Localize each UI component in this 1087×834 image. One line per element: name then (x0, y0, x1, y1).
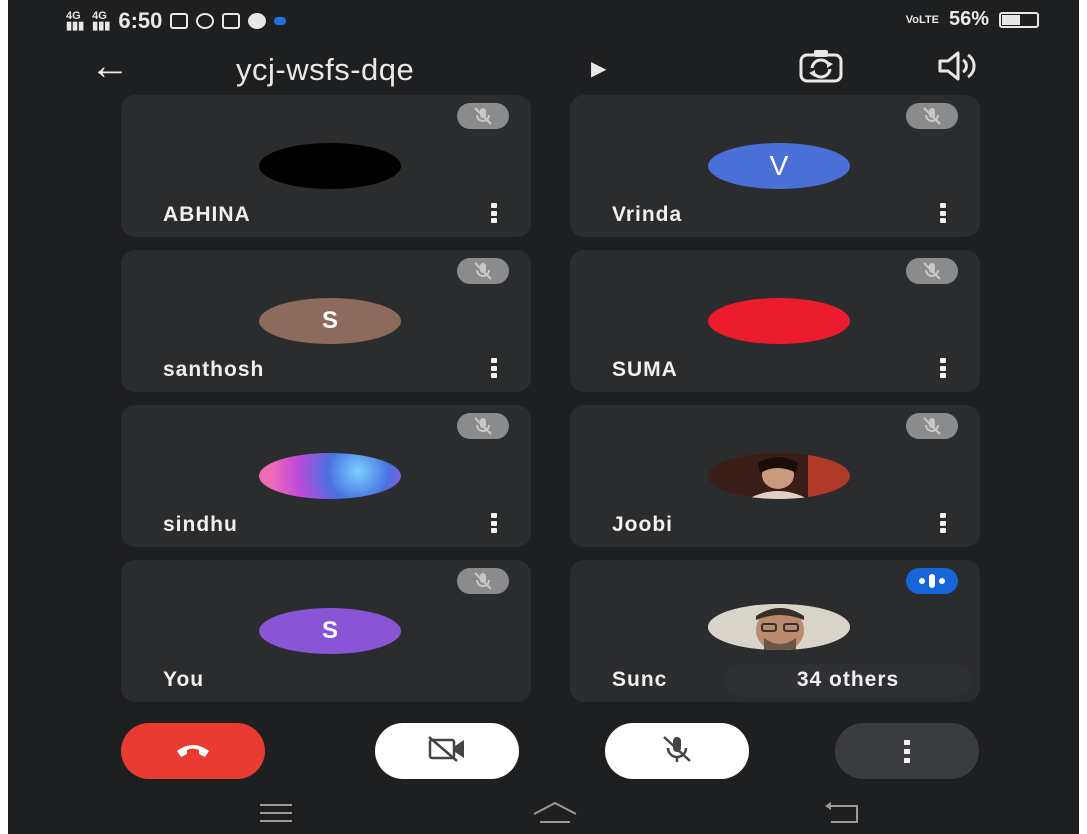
location-icon (248, 13, 267, 29)
more-vertical-icon[interactable] (489, 358, 499, 378)
mic-off-icon (457, 413, 509, 439)
avatar-photo (708, 604, 850, 650)
home-icon[interactable] (530, 800, 580, 831)
participant-tile[interactable]: sindhu (121, 405, 531, 547)
volte-signal-icon: VoLTE (905, 13, 939, 26)
caret-right-icon[interactable]: ▶ (591, 56, 606, 81)
participant-name: santhosh (163, 358, 265, 381)
participant-tile-self[interactable]: S You (121, 560, 531, 702)
participant-tile[interactable]: SUMA (570, 250, 980, 392)
participant-name: SUMA (612, 358, 678, 381)
mic-off-icon (906, 258, 958, 284)
participant-tile[interactable]: Joobi (570, 405, 980, 547)
battery-percent: 56% (948, 8, 989, 30)
camera-off-icon (427, 735, 467, 768)
participant-name: Sunc (612, 668, 668, 691)
more-options-button[interactable] (835, 723, 979, 779)
avatar (259, 143, 401, 189)
more-vertical-icon[interactable] (938, 513, 948, 533)
participant-name: Vrinda (612, 203, 683, 226)
avatar: S (259, 298, 401, 344)
camera-flip-icon[interactable] (798, 48, 844, 89)
participant-name: sindhu (163, 513, 238, 536)
menu-icon[interactable] (258, 802, 294, 829)
more-vertical-icon[interactable] (938, 203, 948, 223)
mic-off-icon (457, 103, 509, 129)
more-vertical-icon[interactable] (489, 203, 499, 223)
message-icon (170, 13, 189, 29)
status-bar: 4G ▮▮▮ 4G ▮▮▮ 6:50 VoLTE 56% (8, 0, 1079, 40)
participant-tile[interactable]: ABHINA (121, 95, 531, 237)
mail-icon (222, 13, 241, 29)
participant-name: ABHINA (163, 203, 251, 226)
mic-off-icon (906, 103, 958, 129)
avatar-photo (259, 453, 401, 499)
mic-off-icon (906, 413, 958, 439)
mic-off-icon (457, 568, 509, 594)
app-icon (196, 13, 215, 29)
back-nav-icon[interactable] (823, 800, 863, 831)
meet-screen: 4G ▮▮▮ 4G ▮▮▮ 6:50 VoLTE 56% ← ycj-wsfs-dq… (8, 0, 1079, 834)
more-vertical-icon[interactable] (938, 358, 948, 378)
avatar-photo (708, 453, 850, 499)
camera-toggle-button[interactable] (375, 723, 519, 779)
mic-off-icon (457, 258, 509, 284)
participant-name: Joobi (612, 513, 673, 536)
more-vertical-icon[interactable] (489, 513, 499, 533)
bluetooth-icon (274, 17, 287, 25)
mic-toggle-button[interactable] (605, 723, 749, 779)
meeting-code[interactable]: ycj-wsfs-dqe (236, 52, 414, 88)
signal-icon: 4G ▮▮▮ (66, 10, 85, 32)
phone-hangup-icon (175, 739, 211, 764)
avatar: S (259, 608, 401, 654)
battery-icon (999, 11, 1039, 28)
meeting-header: ← ycj-wsfs-dqe ▶ (8, 40, 1079, 100)
more-vertical-icon (904, 739, 910, 763)
arrow-left-icon[interactable]: ← (90, 46, 130, 86)
system-nav-bar (8, 794, 1079, 834)
participant-name: You (163, 668, 205, 691)
others-count-button[interactable]: 34 others (723, 663, 973, 697)
signal-icon-2: 4G ▮▮▮ (92, 10, 111, 32)
participant-tile[interactable]: V Vrinda (570, 95, 980, 237)
clock: 6:50 (118, 8, 163, 33)
participant-tile[interactable]: S santhosh (121, 250, 531, 392)
avatar (708, 298, 850, 344)
mic-off-icon (660, 734, 694, 769)
avatar: V (708, 143, 850, 189)
speaking-indicator-icon (906, 568, 958, 594)
end-call-button[interactable] (121, 723, 265, 779)
speaker-icon[interactable] (938, 50, 978, 87)
